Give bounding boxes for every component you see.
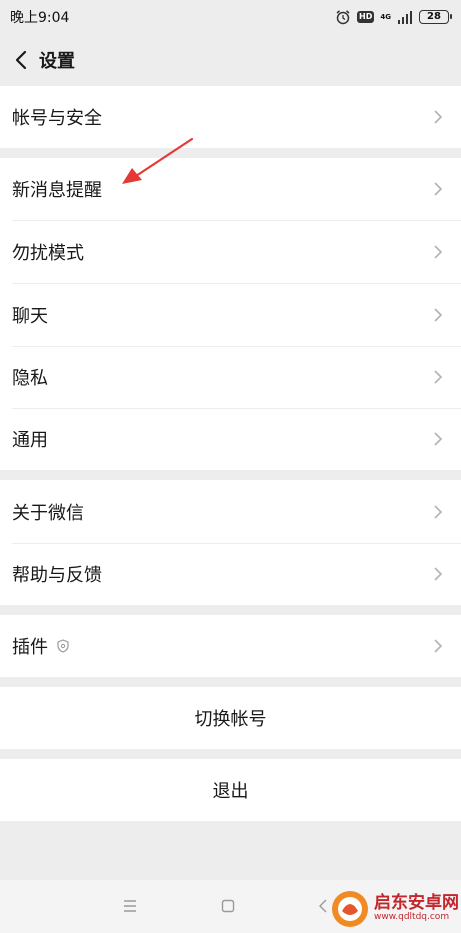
watermark-logo-icon <box>332 890 368 927</box>
menu-item-about-wechat[interactable]: 关于微信 <box>0 480 461 543</box>
menu-item-label: 隐私 <box>12 368 48 389</box>
menu-item-new-message-alerts[interactable]: 新消息提醒 <box>0 158 461 220</box>
menu-item-label: 关于微信 <box>12 502 84 524</box>
watermark-url: www.qdltdq.com <box>374 911 450 922</box>
menu-item-label: 聊天 <box>12 305 48 327</box>
chevron-right-icon <box>434 504 443 519</box>
status-bar: 晚上9:04 HD 4G 28 <box>0 0 461 34</box>
menu-item-label: 通用 <box>12 430 48 451</box>
back-button[interactable] <box>8 45 34 75</box>
chevron-right-icon <box>434 432 443 446</box>
menu-item-do-not-disturb[interactable]: 勿扰模式 <box>0 220 461 283</box>
status-icons: HD 4G 28 <box>335 9 452 25</box>
switch-account-label: 切换帐号 <box>194 709 267 730</box>
menu-item-help-feedback[interactable]: 帮助与反馈 <box>0 543 461 605</box>
menu-item-plugins[interactable]: 插件 <box>0 615 461 677</box>
watermark-name: 启东安卓网 <box>374 893 459 914</box>
signal-icon <box>398 11 412 24</box>
alarm-icon <box>336 10 350 25</box>
back-nav-icon[interactable] <box>318 899 328 913</box>
network-type: 4G <box>380 12 391 21</box>
annotation-arrow <box>122 137 194 184</box>
menu-icon[interactable] <box>123 899 137 913</box>
chevron-right-icon <box>434 110 443 124</box>
menu-item-label: 帐号与安全 <box>12 108 102 129</box>
chevron-right-icon <box>434 307 443 322</box>
battery-icon: 28 <box>419 10 452 24</box>
chevron-right-icon <box>434 182 443 196</box>
chevron-right-icon <box>434 567 443 581</box>
menu-item-general[interactable]: 通用 <box>0 408 461 470</box>
home-icon[interactable] <box>221 899 235 913</box>
menu-item-account-security[interactable]: 帐号与安全 <box>0 86 461 148</box>
logout-label: 退出 <box>212 781 249 802</box>
hd-badge: HD <box>357 11 375 23</box>
chevron-right-icon <box>434 370 443 384</box>
chevron-right-icon <box>434 639 443 653</box>
watermark: 启东安卓网 www.qdltdq.com <box>330 884 461 933</box>
menu-item-label: 新消息提醒 <box>12 180 102 201</box>
shield-icon <box>57 639 69 653</box>
menu-item-label: 勿扰模式 <box>12 242 84 264</box>
menu-item-privacy[interactable]: 隐私 <box>0 346 461 408</box>
switch-account-button[interactable]: 切换帐号 <box>0 687 461 749</box>
chevron-left-icon <box>15 50 27 70</box>
status-time: 晚上9:04 <box>10 10 70 26</box>
page-title: 设置 <box>39 51 75 72</box>
menu-item-label: 帮助与反馈 <box>12 565 102 586</box>
logout-button[interactable]: 退出 <box>0 759 461 821</box>
title-bar: 设置 <box>0 34 461 86</box>
menu-item-chat[interactable]: 聊天 <box>0 283 461 346</box>
menu-item-label: 插件 <box>12 637 48 658</box>
chevron-right-icon <box>434 244 443 259</box>
